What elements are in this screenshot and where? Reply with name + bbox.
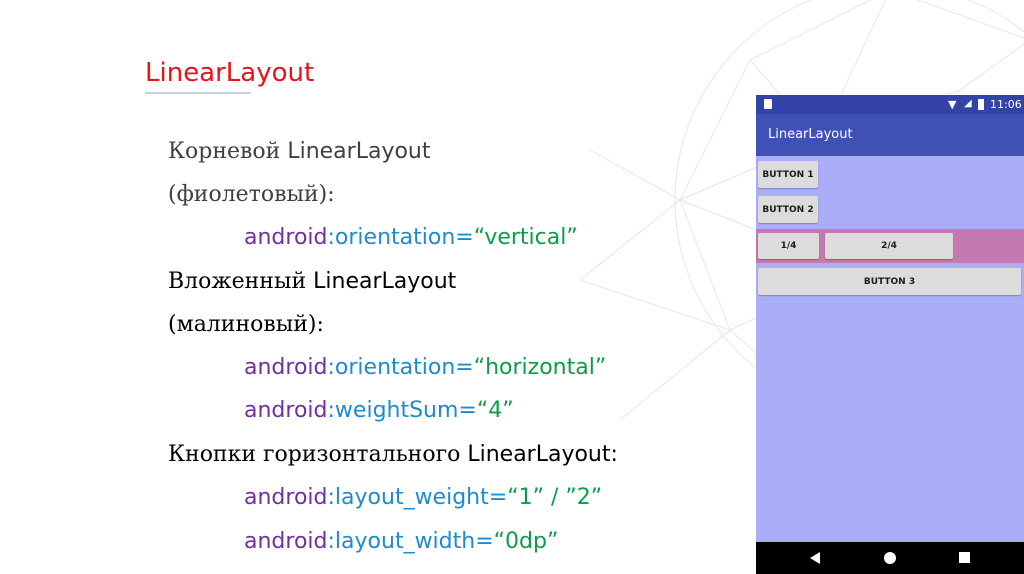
button-1[interactable]: BUTTON 1 [758, 161, 818, 188]
line-root-layout: Корневой LinearLayout [168, 138, 431, 166]
buttons-label-lat: LinearLayout: [467, 442, 618, 467]
code-layout-weight: android:layout_weight=“1” / ”2” [244, 484, 602, 512]
slide-title: LinearLayout [145, 58, 315, 88]
attr-name: orientation= [334, 355, 474, 380]
line-buttons: Кнопки горизонтального LinearLayout: [168, 441, 618, 469]
attr-value: “0dp” [493, 529, 559, 554]
code-weightsum: android:weightSum=“4” [244, 397, 514, 425]
home-icon[interactable] [884, 552, 896, 564]
attr-ns: android [244, 355, 328, 380]
phone-screenshot: ▼ ◢ 11:06 LinearLayout BUTTON 1 BUTTON 2… [756, 95, 1024, 574]
attr-ns: android [244, 398, 328, 423]
status-bar: ▼ ◢ 11:06 [756, 95, 1024, 114]
attr-name: orientation= [334, 225, 474, 250]
root-label-lat: LinearLayout [287, 139, 431, 164]
attr-ns: android [244, 225, 328, 250]
buttons-label-ru: Кнопки горизонтального [168, 442, 468, 467]
nested-color-label: (малиновый): [168, 312, 324, 337]
root-label-ru: Корневой [168, 139, 288, 164]
attr-name: layout_width= [334, 529, 494, 554]
signal-icon: ◢ [964, 98, 972, 109]
attr-sep: : [327, 398, 335, 423]
attr-name: weightSum= [334, 398, 477, 423]
attr-name: layout_weight= [334, 485, 508, 510]
title-underline [145, 92, 251, 94]
attr-ns: android [244, 485, 328, 510]
app-bar: LinearLayout [756, 114, 1024, 156]
attr-sep: : [327, 485, 335, 510]
recents-icon[interactable] [959, 552, 970, 563]
app-title: LinearLayout [768, 127, 853, 142]
attr-value: “vertical” [473, 225, 578, 250]
back-icon[interactable] [810, 552, 820, 564]
root-color-label: (фиолетовый): [168, 182, 335, 207]
attr-value: “horizontal” [473, 355, 607, 380]
attr-sep: : [327, 355, 335, 380]
line-root-color: (фиолетовый): [168, 181, 335, 209]
button-half[interactable]: 2/4 [825, 233, 953, 259]
button-2[interactable]: BUTTON 2 [758, 196, 818, 223]
attr-ns: android [244, 529, 328, 554]
line-nested-color: (малиновый): [168, 311, 324, 339]
battery-icon [978, 99, 984, 110]
code-layout-width: android:layout_width=“0dp” [244, 528, 558, 556]
navigation-bar [756, 542, 1024, 574]
button-quarter[interactable]: 1/4 [758, 233, 819, 259]
wifi-icon: ▼ [948, 98, 957, 111]
attr-sep: : [327, 529, 335, 554]
button-3[interactable]: BUTTON 3 [758, 268, 1021, 295]
attr-value: “4” [476, 398, 514, 423]
status-time: 11:06 [990, 98, 1022, 111]
code-nested-orientation: android:orientation=“horizontal” [244, 354, 606, 382]
attr-value: “1” / ”2” [507, 485, 603, 510]
nested-label-ru: Вложенный [168, 269, 314, 294]
sd-card-icon [764, 99, 772, 109]
line-nested-layout: Вложенный LinearLayout [168, 268, 456, 296]
attr-sep: : [327, 225, 335, 250]
nested-label-lat: LinearLayout [313, 269, 457, 294]
code-root-orientation: android:orientation=“vertical” [244, 224, 578, 252]
